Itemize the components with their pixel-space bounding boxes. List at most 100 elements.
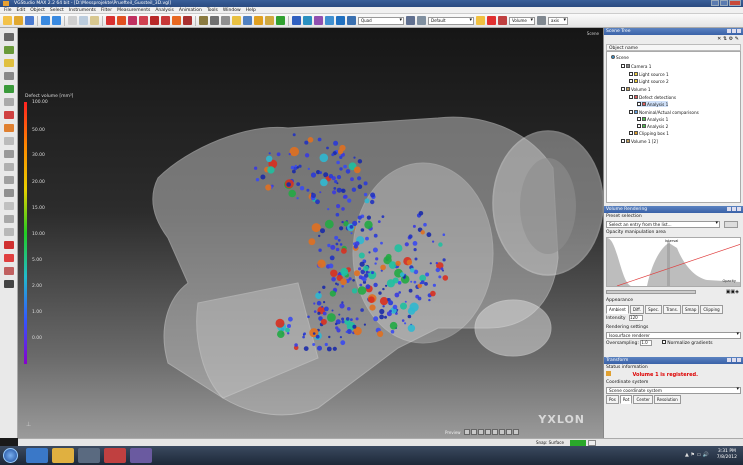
panel-pin-button[interactable] [732, 358, 736, 362]
copy-icon[interactable] [79, 16, 88, 25]
3d-viewport[interactable]: Scene Defect volume [mm³] 100.00 50.00 3… [18, 28, 603, 438]
tree-node[interactable]: Defect detections [629, 94, 676, 100]
pen-tool-icon[interactable] [4, 46, 14, 54]
highlight-icon[interactable] [476, 16, 485, 25]
visibility-checkbox[interactable] [629, 72, 633, 76]
preset-menu-button[interactable] [723, 221, 738, 228]
close-button[interactable] [729, 0, 741, 6]
preview-button-icon[interactable] [498, 429, 505, 435]
tree-node[interactable]: Nominal/Actual comparisons [629, 109, 699, 115]
paste-icon[interactable] [90, 16, 99, 25]
visibility-checkbox[interactable] [637, 117, 641, 121]
panel-float-button[interactable] [727, 207, 731, 211]
visibility-checkbox[interactable] [629, 131, 633, 135]
tree-node[interactable]: Volume 1 [621, 86, 651, 92]
explorer-icon[interactable] [52, 448, 74, 463]
ie-icon[interactable] [26, 448, 48, 463]
move-icon[interactable] [117, 16, 126, 25]
camera-icon[interactable] [243, 16, 252, 25]
tab-specular[interactable]: Spec. [645, 305, 663, 314]
menu-select[interactable]: Select [50, 7, 64, 13]
bookmark-icon[interactable] [487, 16, 496, 25]
region-grow-icon[interactable] [4, 111, 14, 119]
visibility-checkbox[interactable] [637, 102, 641, 106]
light-icon[interactable] [232, 16, 241, 25]
menu-help[interactable]: Help [246, 7, 256, 13]
pointer-icon[interactable] [221, 16, 230, 25]
minimize-button[interactable] [711, 0, 719, 6]
tree-node[interactable]: Camera 1 [621, 63, 651, 69]
lasso-icon[interactable] [4, 72, 14, 80]
menu-animation[interactable]: Animation [179, 7, 202, 13]
tree-node[interactable]: Clipping box 1 [629, 130, 669, 136]
undo-icon[interactable] [41, 16, 50, 25]
transform-icon[interactable] [106, 16, 115, 25]
tree-tools-icon[interactable]: ✕ ⇅ ⚙ ✎ [717, 36, 739, 43]
preview-button-icon[interactable] [505, 429, 512, 435]
visibility-checkbox[interactable] [629, 110, 633, 114]
sphere-icon[interactable] [254, 16, 263, 25]
visibility-checkbox[interactable] [629, 79, 633, 83]
volume-icon[interactable] [292, 16, 301, 25]
redo-icon[interactable] [52, 16, 61, 25]
measure-tool-icon[interactable] [4, 267, 14, 275]
sphere-tool-icon[interactable] [4, 176, 14, 184]
intensity-input[interactable]: 120 [629, 315, 644, 321]
menu-object[interactable]: Object [30, 7, 45, 13]
preview-button-icon[interactable] [463, 429, 470, 435]
tree-node[interactable]: Light source 2 [629, 78, 669, 84]
visibility-checkbox[interactable] [621, 87, 625, 91]
chart-icon[interactable] [347, 16, 356, 25]
select-icon[interactable] [210, 16, 219, 25]
normalize-checkbox[interactable] [661, 340, 666, 344]
camera-tool-icon[interactable] [4, 280, 14, 288]
panel-pin-button[interactable] [732, 29, 736, 33]
brush-icon[interactable] [4, 85, 14, 93]
preset-select[interactable]: Default [428, 16, 474, 25]
magic-wand-icon[interactable] [4, 124, 14, 132]
marker-tool-icon[interactable] [4, 241, 14, 249]
tab-diffuse[interactable]: Diff. [629, 305, 645, 314]
tree-node[interactable]: Volume 1 [2] [621, 138, 658, 144]
system-tray-icon[interactable]: ▲ ⚑ ▭ 🔊 [685, 452, 709, 458]
save-icon[interactable] [25, 16, 34, 25]
pen-icon[interactable] [199, 16, 208, 25]
menu-analysis[interactable]: Analysis [155, 7, 174, 13]
register-icon[interactable] [161, 16, 170, 25]
plane-tool-icon[interactable] [4, 215, 14, 223]
object-select[interactable]: Volume [509, 16, 535, 25]
visibility-checkbox[interactable] [621, 139, 625, 143]
opacity-scrollbar[interactable] [606, 290, 696, 294]
menu-measurements[interactable]: Measurements [117, 7, 150, 13]
preview-button-icon[interactable] [484, 429, 491, 435]
new-file-icon[interactable] [3, 16, 12, 25]
preview-button-icon[interactable] [477, 429, 484, 435]
copy-tool-icon[interactable] [4, 228, 14, 236]
rotate-icon[interactable] [128, 16, 137, 25]
preview-button-icon[interactable] [491, 429, 498, 435]
opacity-tools-icon[interactable]: ▣▣◈ [726, 289, 739, 296]
menu-file[interactable]: File [4, 7, 12, 13]
cylinder-tool-icon[interactable] [4, 202, 14, 210]
menu-instruments[interactable]: Instruments [69, 7, 96, 13]
visibility-checkbox[interactable] [621, 64, 625, 68]
measure-icon[interactable] [172, 16, 181, 25]
panel-pin-button[interactable] [732, 207, 736, 211]
ruler-icon[interactable] [265, 16, 274, 25]
polygon-icon[interactable] [4, 163, 14, 171]
menu-tools[interactable]: Tools [207, 7, 218, 13]
zoom-select[interactable]: axis [548, 16, 568, 25]
cut-icon[interactable] [68, 16, 77, 25]
rect-select-icon[interactable] [4, 59, 14, 67]
flag-icon[interactable] [498, 16, 507, 25]
color-icon[interactable] [314, 16, 323, 25]
panel-close-button[interactable] [737, 358, 741, 362]
grid-icon[interactable] [336, 16, 345, 25]
tab-resolution[interactable]: Resolution [653, 395, 681, 404]
analysis-icon[interactable] [183, 16, 192, 25]
tab-smap[interactable]: Smap [681, 305, 700, 314]
tile-icon[interactable] [417, 16, 426, 25]
tab-clipping[interactable]: Clipping [700, 305, 723, 314]
tree-node[interactable]: Analysis 1 [637, 101, 669, 107]
window-icon[interactable] [406, 16, 415, 25]
